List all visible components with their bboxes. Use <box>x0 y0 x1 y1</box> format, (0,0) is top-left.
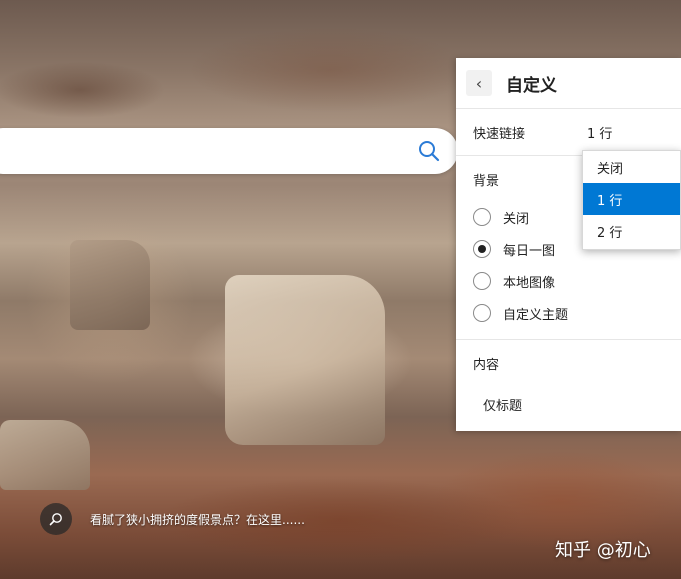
dropdown-option-2-rows[interactable]: 2 行 <box>583 215 680 247</box>
radio-button[interactable] <box>473 208 491 226</box>
radio-label: 自定义主题 <box>503 307 569 323</box>
panel-title: 自定义 <box>506 75 557 96</box>
quick-links-label: 快速链接 <box>473 126 526 142</box>
panel-header: ‹ 自定义 <box>456 58 681 109</box>
dropdown-option-off[interactable]: 关闭 <box>583 151 680 183</box>
chevron-left-icon: ‹ <box>475 73 483 93</box>
caption-text[interactable]: 看腻了狭小拥挤的度假景点？在这里...... <box>90 511 305 528</box>
quick-links-dropdown: 关闭 1 行 2 行 <box>582 150 681 250</box>
dropdown-option-1-row[interactable]: 1 行 <box>583 183 680 215</box>
content-select[interactable]: 仅标题 <box>456 373 681 414</box>
watermark: 知乎 @初心 <box>555 540 651 561</box>
quick-links-row: 快速链接 1 行 <box>456 109 681 155</box>
caption-search-button[interactable] <box>40 503 72 535</box>
image-caption[interactable]: 看腻了狭小拥挤的度假景点？在这里...... <box>40 503 305 535</box>
radio-button[interactable] <box>473 304 491 322</box>
search-input[interactable] <box>0 128 458 174</box>
radio-button[interactable] <box>473 272 491 290</box>
background-option-custom-theme[interactable]: 自定义主题 <box>456 297 681 329</box>
background-rock <box>70 240 150 330</box>
content-section-title: 内容 <box>473 358 500 373</box>
search-icon <box>49 513 62 526</box>
search-icon[interactable] <box>418 140 440 162</box>
background-option-local-image[interactable]: 本地图像 <box>456 265 681 297</box>
radio-button-checked[interactable] <box>473 240 491 258</box>
radio-label: 关闭 <box>503 211 530 227</box>
quick-links-select[interactable]: 1 行 <box>587 123 612 142</box>
page: ‹ 自定义 快速链接 1 行 背景 关闭 每日一图 本地图像 自定义主题 内容 … <box>0 0 681 579</box>
background-rock <box>0 420 90 490</box>
radio-label: 本地图像 <box>503 275 556 291</box>
back-button[interactable]: ‹ <box>466 70 492 96</box>
radio-label: 每日一图 <box>503 243 556 259</box>
quick-links-section: 快速链接 1 行 <box>456 109 681 156</box>
radio-dot <box>478 245 486 253</box>
content-section: 内容 仅标题 <box>456 340 681 414</box>
background-rock <box>225 275 385 445</box>
